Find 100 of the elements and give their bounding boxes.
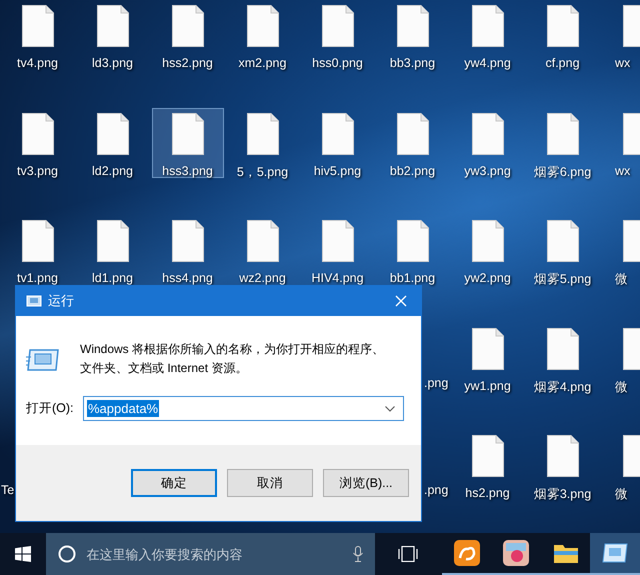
- file-name: tv1.png: [16, 271, 58, 285]
- file-item[interactable]: xm2.png: [226, 0, 298, 70]
- run-icon: [26, 347, 60, 373]
- file-icon: [246, 112, 278, 154]
- file-icon: [546, 435, 578, 477]
- run-icon: [602, 543, 628, 563]
- file-name: hss3.png: [162, 164, 213, 178]
- file-item[interactable]: 微: [600, 215, 640, 285]
- file-icon: [22, 112, 54, 154]
- file-icon: [546, 5, 578, 47]
- file-item[interactable]: 烟雾4.png: [526, 322, 598, 392]
- file-item[interactable]: 微: [600, 322, 640, 392]
- file-icon: [246, 5, 278, 47]
- file-item[interactable]: 微: [600, 430, 640, 500]
- file-name: ld1.png: [92, 271, 133, 285]
- search-box[interactable]: 在这里输入你要搜索的内容: [46, 533, 375, 575]
- file-item[interactable]: yw3.png: [452, 108, 524, 178]
- file-item[interactable]: tv4.png: [2, 0, 74, 70]
- file-icon: [172, 112, 204, 154]
- file-item[interactable]: 烟雾5.png: [526, 215, 598, 285]
- file-icon: [22, 220, 54, 262]
- file-item[interactable]: ld2.png: [76, 108, 148, 178]
- file-item[interactable]: tv3.png: [2, 108, 74, 178]
- open-label: 打开(O):: [26, 400, 75, 417]
- file-item[interactable]: wx: [600, 0, 640, 70]
- file-icon: [472, 328, 504, 370]
- file-icon: [96, 5, 128, 47]
- file-item[interactable]: 烟雾6.png: [526, 108, 598, 178]
- file-name: 烟雾3.png: [534, 486, 592, 503]
- file-item[interactable]: hs2.png: [452, 430, 524, 500]
- file-name: 微: [615, 271, 628, 288]
- file-icon: [322, 220, 354, 262]
- file-name: wx: [615, 164, 630, 178]
- file-item[interactable]: yw4.png: [452, 0, 524, 70]
- file-name[interactable]: .png: [424, 376, 448, 390]
- file-icon: [22, 5, 54, 47]
- file-name: yw1.png: [464, 378, 511, 392]
- file-item[interactable]: hss0.png: [302, 0, 374, 70]
- file-name: wx: [615, 56, 630, 70]
- file-item[interactable]: hiv5.png: [302, 108, 374, 178]
- file-name[interactable]: Te: [1, 483, 14, 497]
- task-view-icon[interactable]: [397, 546, 420, 562]
- microphone-icon[interactable]: [352, 546, 363, 562]
- file-name: HIV4.png: [311, 271, 364, 285]
- file-name: tv4.png: [16, 56, 58, 70]
- file-icon: [96, 112, 128, 154]
- file-item[interactable]: bb1.png: [376, 215, 448, 285]
- windows-logo-icon[interactable]: [15, 546, 32, 562]
- file-icon: [546, 112, 578, 154]
- file-name: yw2.png: [464, 271, 511, 285]
- file-name[interactable]: .png: [424, 483, 448, 497]
- dialog-button[interactable]: 取消: [227, 469, 313, 497]
- file-item[interactable]: ld1.png: [76, 215, 148, 285]
- file-name: hss2.png: [162, 56, 213, 70]
- file-item[interactable]: wz2.png: [226, 215, 298, 285]
- file-name: bb3.png: [390, 56, 436, 70]
- file-name: 烟雾4.png: [534, 378, 592, 396]
- file-icon: [396, 112, 428, 154]
- taskbar-app[interactable]: [590, 533, 640, 575]
- file-item[interactable]: cf.png: [526, 0, 598, 70]
- file-icon: [172, 5, 204, 47]
- chevron-down-icon[interactable]: [385, 406, 395, 412]
- file-icon: [472, 435, 504, 477]
- file-name: 烟雾5.png: [534, 271, 592, 288]
- file-item[interactable]: 烟雾3.png: [526, 430, 598, 500]
- file-item[interactable]: yw1.png: [452, 322, 524, 392]
- dialog-button[interactable]: 确定: [131, 469, 217, 497]
- file-item[interactable]: 5，5.png: [226, 108, 298, 178]
- file-item[interactable]: HIV4.png: [302, 215, 374, 285]
- file-item[interactable]: bb2.png: [376, 108, 448, 178]
- squirrel-app-icon: [454, 540, 480, 566]
- file-name: ld3.png: [92, 56, 133, 70]
- file-item[interactable]: tv1.png: [2, 215, 74, 285]
- file-name: hiv5.png: [314, 164, 362, 178]
- circle-icon: [58, 545, 76, 563]
- file-icon: [546, 220, 578, 262]
- open-combo-box[interactable]: %appdata%: [83, 396, 404, 421]
- file-icon: [472, 220, 504, 262]
- file-icon: [322, 112, 354, 154]
- file-name: cf.png: [545, 56, 580, 70]
- input-value: %appdata%: [87, 400, 160, 417]
- file-item[interactable]: wx: [600, 108, 640, 178]
- file-item[interactable]: bb3.png: [376, 0, 448, 70]
- file-name: ld2.png: [92, 164, 133, 178]
- file-item[interactable]: ld3.png: [76, 0, 148, 70]
- file-item[interactable]: hss3.png: [152, 108, 224, 178]
- file-icon: [246, 220, 278, 262]
- media-app-icon: [503, 540, 530, 566]
- search-field[interactable]: 在这里输入你要搜索的内容: [84, 546, 345, 562]
- file-item[interactable]: hss4.png: [152, 215, 224, 285]
- window-title: 运行: [48, 292, 75, 310]
- dialog-button[interactable]: 浏览(B)...: [323, 469, 409, 497]
- file-item[interactable]: yw2.png: [452, 215, 524, 285]
- file-name: 微: [615, 378, 628, 396]
- file-name: wz2.png: [239, 271, 286, 285]
- file-icon: [96, 220, 128, 262]
- file-name: 微: [615, 486, 628, 503]
- close-icon[interactable]: [395, 295, 407, 307]
- file-item[interactable]: hss2.png: [152, 0, 224, 70]
- file-icon: [546, 328, 578, 370]
